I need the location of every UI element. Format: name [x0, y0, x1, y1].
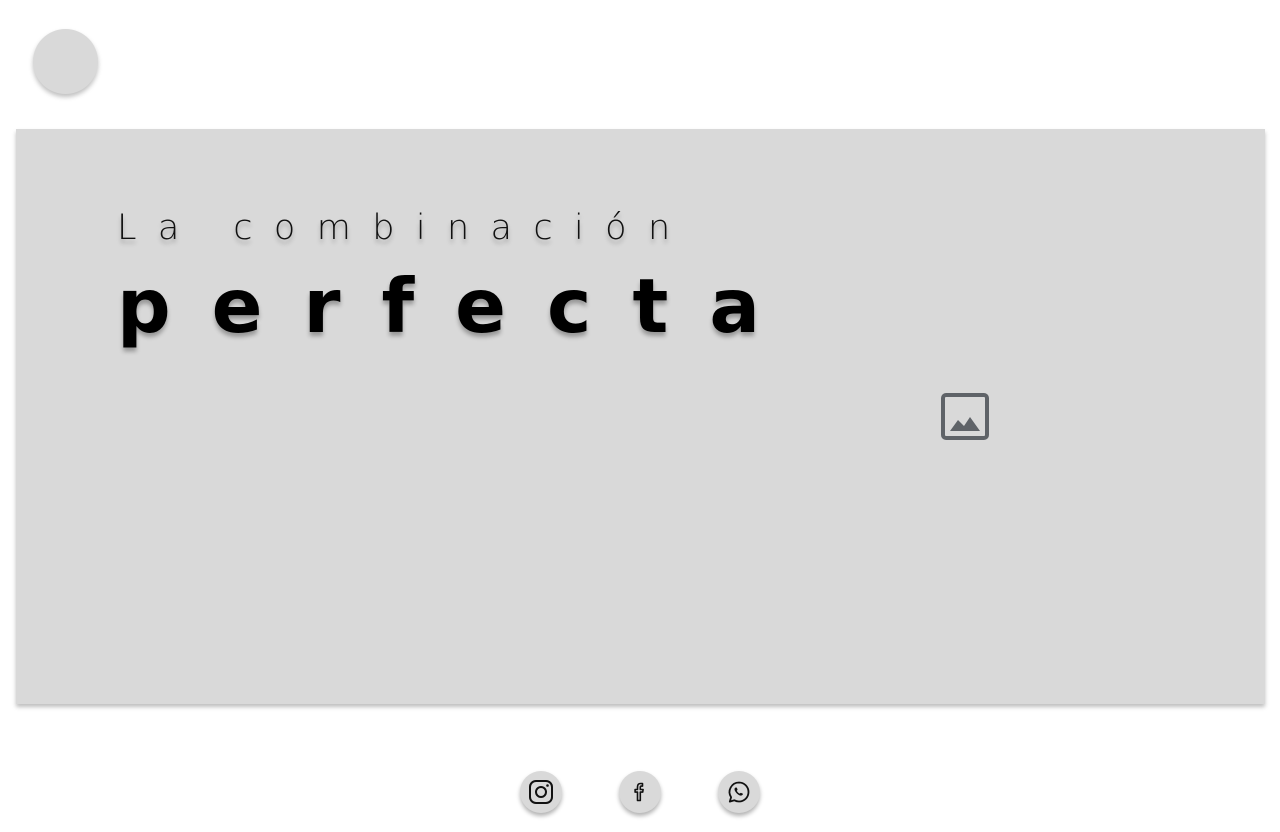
hero-title: perfecta	[117, 262, 801, 350]
landing-page: La combinación perfecta	[0, 0, 1280, 832]
image-placeholder-icon	[941, 393, 989, 441]
social-links	[520, 771, 760, 813]
facebook-icon	[634, 782, 644, 802]
hero-subtitle: La combinación	[117, 208, 692, 248]
facebook-button[interactable]	[619, 771, 661, 813]
hero-banner: La combinación perfecta	[16, 129, 1265, 704]
logo-avatar[interactable]	[33, 29, 98, 94]
instagram-button[interactable]	[520, 771, 562, 813]
whatsapp-button[interactable]	[718, 771, 760, 813]
whatsapp-icon	[728, 781, 750, 803]
instagram-icon	[529, 780, 553, 804]
